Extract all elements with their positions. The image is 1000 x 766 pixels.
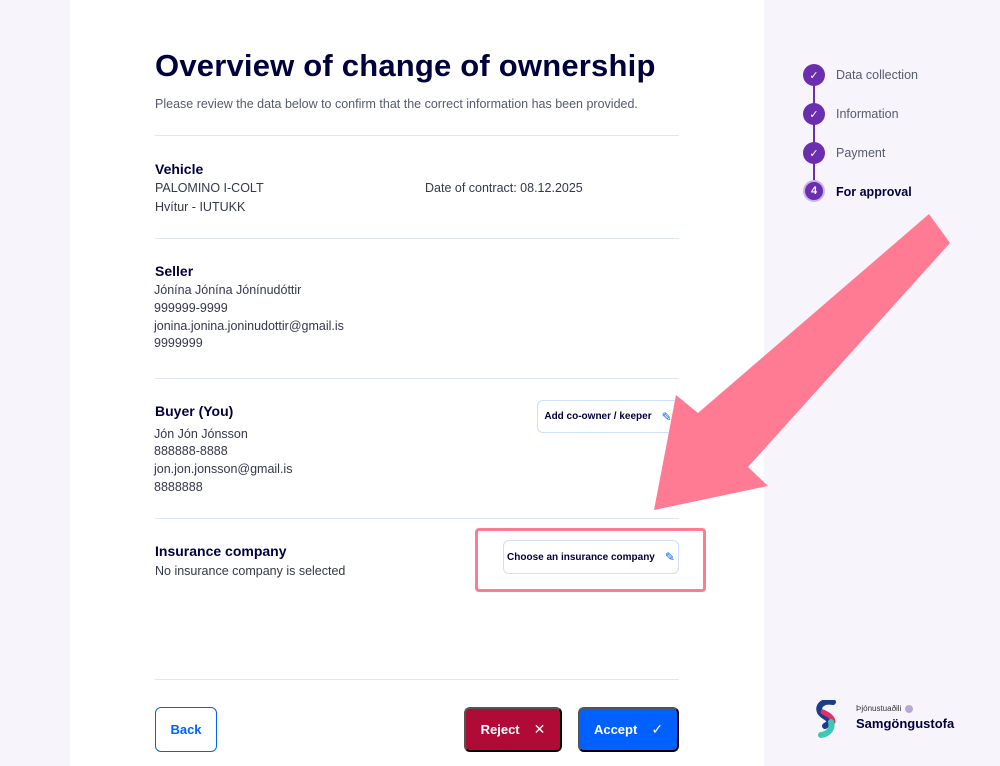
divider (155, 679, 679, 680)
close-icon: ✕ (533, 721, 546, 737)
step-label-payment: Payment (836, 146, 886, 160)
back-label: Back (170, 722, 202, 737)
step-label-for-approval: For approval (836, 185, 912, 199)
accept-button[interactable]: Accept ✓ (578, 707, 679, 752)
samgongustofa-logo-icon (816, 700, 836, 738)
stepper-line (813, 85, 815, 185)
info-icon[interactable] (905, 704, 914, 713)
step-number-badge: 4 (803, 180, 825, 202)
step-label-information: Information (836, 107, 899, 121)
provider-caption-text: Þjónustuaðili (856, 704, 902, 713)
provider-caption: Þjónustuaðili (856, 704, 914, 713)
step-label-data-collection: Data collection (836, 68, 918, 82)
reject-button[interactable]: Reject ✕ (464, 707, 562, 752)
accept-label: Accept (593, 722, 638, 737)
step-check-icon: ✓ (803, 142, 825, 164)
check-icon: ✓ (651, 721, 664, 737)
step-check-icon: ✓ (803, 103, 825, 125)
step-check-icon: ✓ (803, 64, 825, 86)
back-button[interactable]: Back (155, 707, 217, 752)
reject-label: Reject (480, 722, 520, 737)
provider-name: Samgöngustofa (856, 716, 955, 731)
